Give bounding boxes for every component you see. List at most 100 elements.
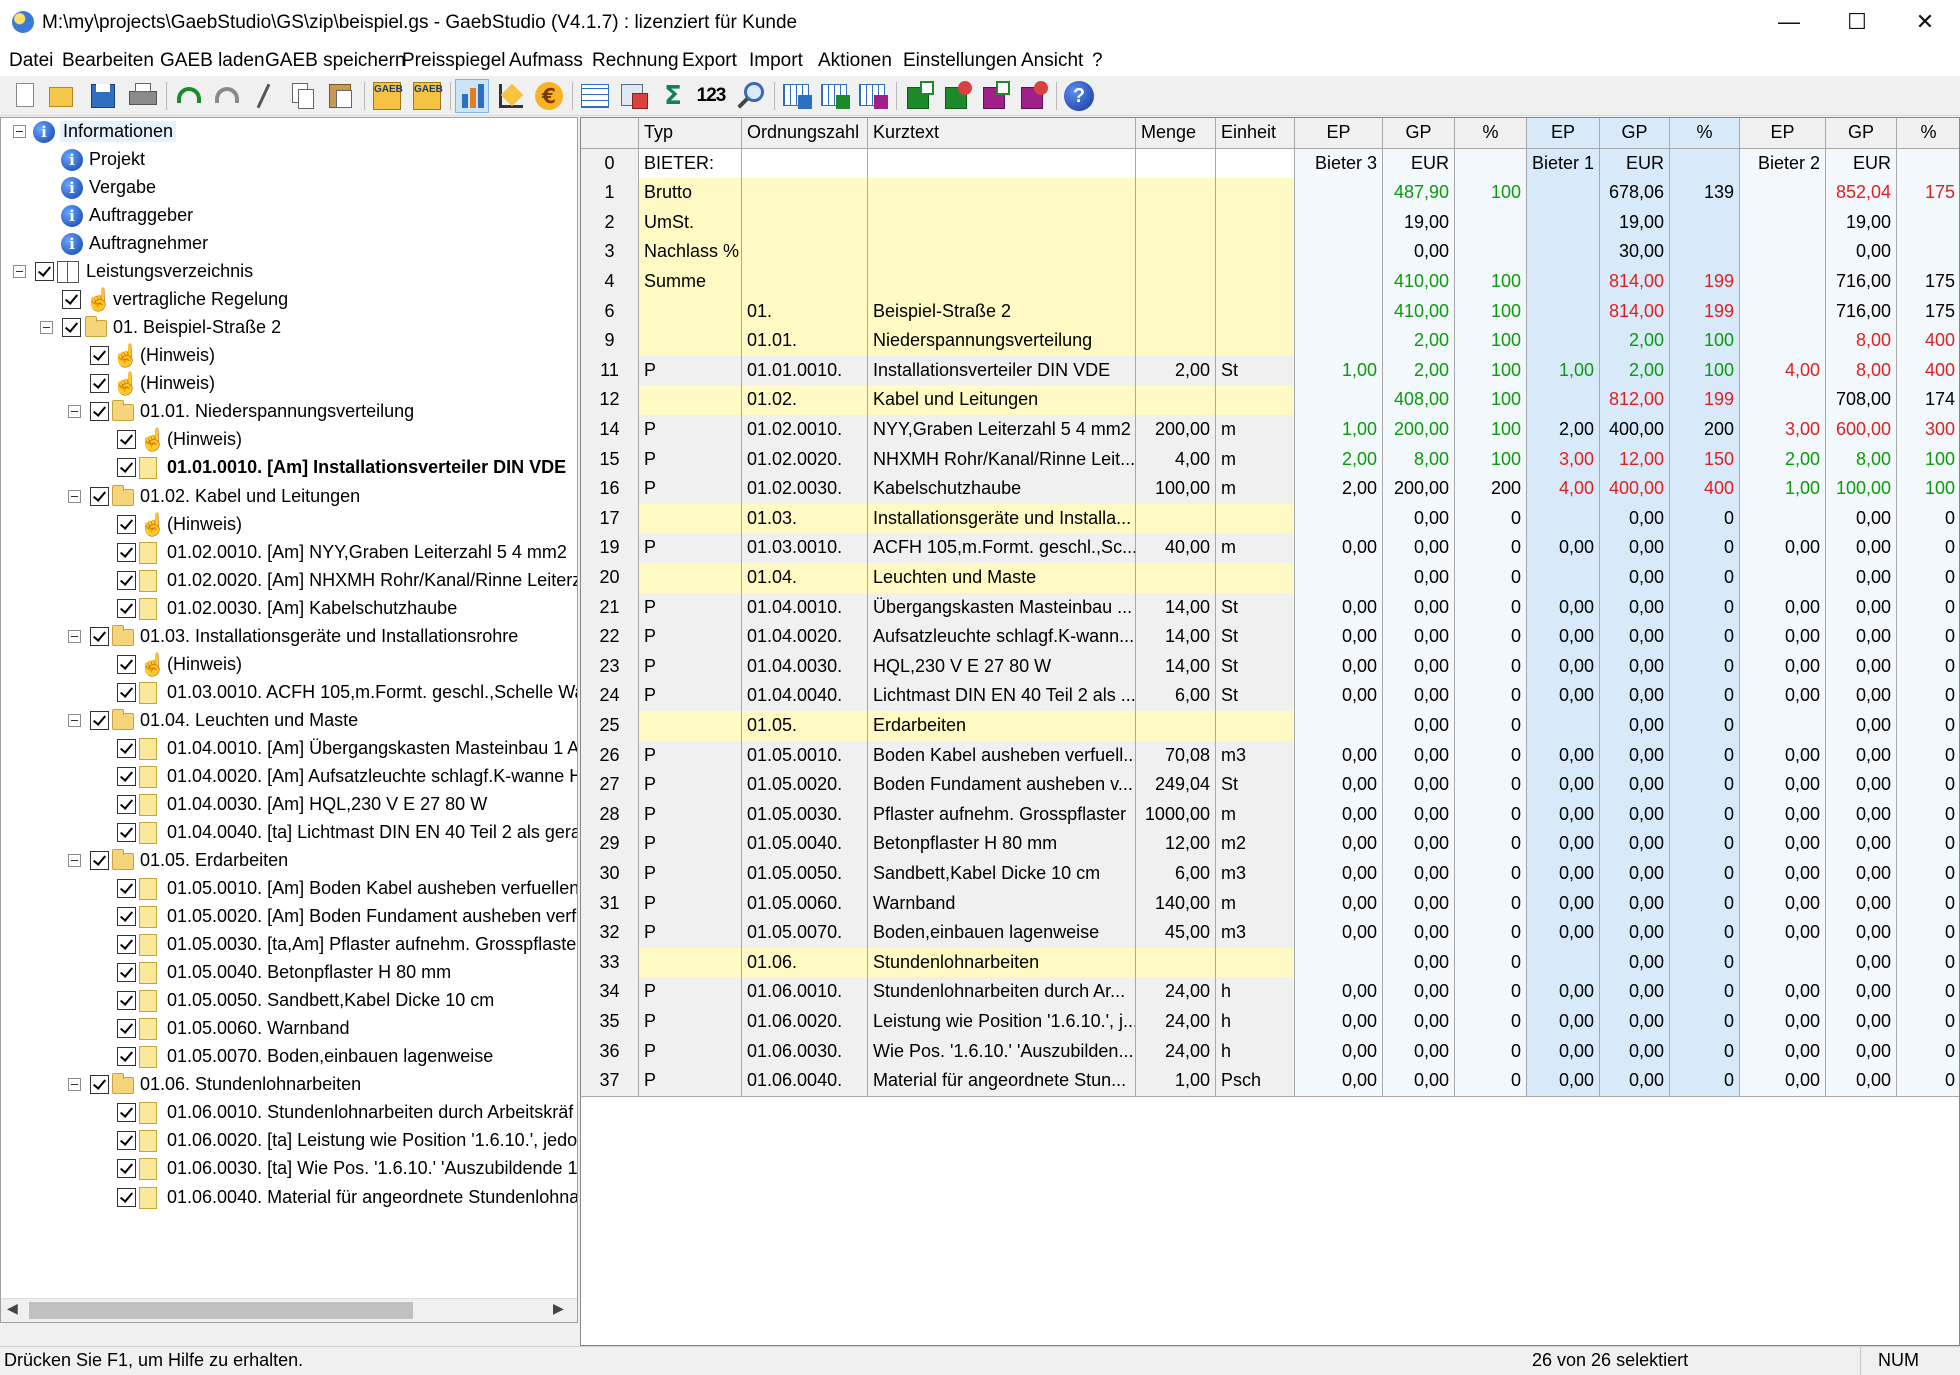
cell-pct-bieter3[interactable]: 100 xyxy=(1455,267,1527,298)
cell-pct-bieter3[interactable]: 0 xyxy=(1455,1036,1527,1068)
cell-gp-bieter1[interactable]: 0,00 xyxy=(1600,770,1670,801)
measure-icon[interactable] xyxy=(494,79,528,113)
cell-ep-bieter3[interactable] xyxy=(1295,178,1383,209)
cell-pct-bieter3[interactable]: 0 xyxy=(1455,1007,1527,1038)
cell-row-number[interactable]: 2 xyxy=(581,207,639,239)
cell-ep-bieter3[interactable]: 0,00 xyxy=(1295,533,1383,564)
column-header-row-number[interactable] xyxy=(581,118,639,149)
column-header-ep-bieter3[interactable]: EP xyxy=(1295,118,1383,149)
scrollbar-thumb[interactable] xyxy=(29,1302,413,1319)
tree-item-checkbox[interactable] xyxy=(90,626,109,646)
tree-item[interactable]: 01.04.0030. [Am] HQL,230 V E 27 80 W xyxy=(1,791,577,819)
cell-ep-bieter2[interactable]: Bieter 2 xyxy=(1740,148,1826,180)
cell-menge[interactable] xyxy=(1136,148,1216,180)
tree-item-checkbox[interactable] xyxy=(35,262,54,282)
tree-item-checkbox[interactable] xyxy=(117,1019,136,1039)
tree-item[interactable]: 01.04. Leuchten und Maste xyxy=(1,707,577,735)
cell-ep-bieter2[interactable] xyxy=(1740,237,1826,268)
cell-einheit[interactable]: St xyxy=(1216,592,1295,624)
cell-pct-bieter3[interactable]: 100 xyxy=(1455,444,1527,476)
cell-gp-bieter1[interactable]: EUR xyxy=(1600,148,1670,180)
cell-ep-bieter3[interactable] xyxy=(1295,563,1383,594)
cell-ep-bieter1[interactable]: 0,00 xyxy=(1527,770,1600,801)
tree-item-checkbox[interactable] xyxy=(117,794,136,814)
cell-pct-bieter1[interactable]: 200 xyxy=(1670,415,1740,446)
cell-ep-bieter3[interactable]: 0,00 xyxy=(1295,740,1383,772)
cell-pct-bieter3[interactable]: 0 xyxy=(1455,651,1527,683)
cell-ordnungszahl[interactable] xyxy=(742,267,868,298)
cell-einheit[interactable]: h xyxy=(1216,1036,1295,1068)
tree-item-checkbox[interactable] xyxy=(117,654,136,674)
cell-ep-bieter3[interactable] xyxy=(1295,326,1383,357)
cell-typ[interactable]: P xyxy=(639,859,742,890)
cell-gp-bieter3[interactable]: 0,00 xyxy=(1383,859,1455,890)
cell-gp-bieter3[interactable]: 19,00 xyxy=(1383,207,1455,239)
cell-typ[interactable]: P xyxy=(639,740,742,772)
cell-einheit[interactable]: h xyxy=(1216,977,1295,1008)
cell-einheit[interactable]: St xyxy=(1216,355,1295,387)
cell-ep-bieter2[interactable]: 4,00 xyxy=(1740,355,1826,387)
cell-pct-bieter3[interactable]: 0 xyxy=(1455,563,1527,594)
save-icon[interactable] xyxy=(86,79,120,113)
cell-kurztext[interactable] xyxy=(868,267,1136,298)
cell-kurztext[interactable]: Erdarbeiten xyxy=(868,711,1136,742)
cell-menge[interactable]: 1,00 xyxy=(1136,1066,1216,1097)
grid-x-icon[interactable] xyxy=(818,79,852,113)
cell-einheit[interactable] xyxy=(1216,237,1295,268)
tree-item-checkbox[interactable] xyxy=(117,1131,136,1151)
cell-typ[interactable]: Nachlass % xyxy=(639,237,742,268)
cell-ep-bieter1[interactable] xyxy=(1527,296,1600,328)
cell-pct-bieter2[interactable]: 0 xyxy=(1897,977,1959,1008)
cell-gp-bieter2[interactable]: 19,00 xyxy=(1826,207,1897,239)
cell-gp-bieter2[interactable]: 0,00 xyxy=(1826,859,1897,890)
cell-ordnungszahl[interactable]: 01. xyxy=(742,296,868,328)
cell-einheit[interactable]: m xyxy=(1216,533,1295,564)
cell-kurztext[interactable]: Leistung wie Position '1.6.10.', j... xyxy=(868,1007,1136,1038)
cell-gp-bieter1[interactable]: 400,00 xyxy=(1600,415,1670,446)
cell-einheit[interactable]: St xyxy=(1216,651,1295,683)
cell-kurztext[interactable]: NYY,Graben Leiterzahl 5 4 mm2 xyxy=(868,415,1136,446)
cell-gp-bieter2[interactable]: 708,00 xyxy=(1826,385,1897,416)
cell-ordnungszahl[interactable]: 01.05.0040. xyxy=(742,829,868,860)
cell-typ[interactable]: P xyxy=(639,888,742,920)
cell-gp-bieter3[interactable]: 0,00 xyxy=(1383,592,1455,624)
cell-menge[interactable]: 6,00 xyxy=(1136,681,1216,712)
cell-pct-bieter2[interactable]: 0 xyxy=(1897,711,1959,742)
cell-ep-bieter3[interactable]: 0,00 xyxy=(1295,918,1383,949)
cell-pct-bieter2[interactable]: 0 xyxy=(1897,740,1959,772)
tree-item-checkbox[interactable] xyxy=(90,346,109,366)
cell-menge[interactable] xyxy=(1136,237,1216,268)
tree-item-checkbox[interactable] xyxy=(90,1075,109,1095)
cell-gp-bieter2[interactable]: 0,00 xyxy=(1826,740,1897,772)
cell-pct-bieter2[interactable]: 400 xyxy=(1897,326,1959,357)
cell-ep-bieter2[interactable]: 0,00 xyxy=(1740,592,1826,624)
cell-pct-bieter1[interactable] xyxy=(1670,148,1740,180)
cell-ep-bieter1[interactable]: 0,00 xyxy=(1527,681,1600,712)
collapse-toggle-icon[interactable] xyxy=(68,489,81,503)
cell-ep-bieter2[interactable]: 0,00 xyxy=(1740,651,1826,683)
cell-pct-bieter1[interactable]: 199 xyxy=(1670,296,1740,328)
tree-item-checkbox[interactable] xyxy=(117,682,136,702)
cell-pct-bieter3[interactable]: 0 xyxy=(1455,977,1527,1008)
cell-menge[interactable]: 45,00 xyxy=(1136,918,1216,949)
cell-pct-bieter2[interactable]: 175 xyxy=(1897,267,1959,298)
cell-pct-bieter2[interactable]: 0 xyxy=(1897,651,1959,683)
tree-item-checkbox[interactable] xyxy=(117,1103,136,1123)
column-header-typ[interactable]: Typ xyxy=(639,118,742,149)
cell-kurztext[interactable]: Leuchten und Maste xyxy=(868,563,1136,594)
price-mirror-chart-icon[interactable] xyxy=(455,79,489,113)
cell-gp-bieter2[interactable]: 716,00 xyxy=(1826,267,1897,298)
column-header-menge[interactable]: Menge xyxy=(1136,118,1216,149)
cell-pct-bieter1[interactable]: 400 xyxy=(1670,474,1740,505)
cell-typ[interactable]: P xyxy=(639,1036,742,1068)
menu-bearbeiten[interactable]: Bearbeiten xyxy=(62,50,154,72)
tree-item-checkbox[interactable] xyxy=(117,766,136,786)
cell-row-number[interactable]: 14 xyxy=(581,415,639,446)
cell-pct-bieter2[interactable]: 175 xyxy=(1897,178,1959,209)
cell-row-number[interactable]: 33 xyxy=(581,947,639,979)
cell-row-number[interactable]: 31 xyxy=(581,888,639,920)
cell-ep-bieter1[interactable]: Bieter 1 xyxy=(1527,148,1600,180)
cell-typ[interactable] xyxy=(639,711,742,742)
cell-pct-bieter1[interactable]: 0 xyxy=(1670,1036,1740,1068)
cell-kurztext[interactable]: Sandbett,Kabel Dicke 10 cm xyxy=(868,859,1136,890)
